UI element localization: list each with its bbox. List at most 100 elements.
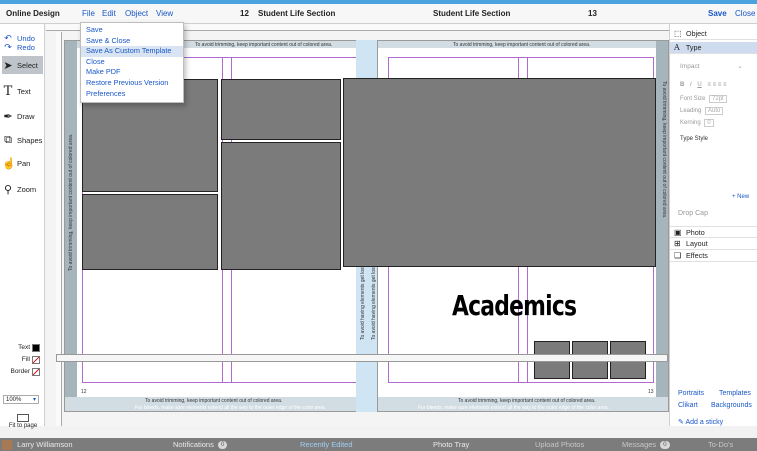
menu-item-save-as-template[interactable]: Save As Custom Template: [81, 46, 183, 57]
trim-notice-top-right: To avoid trimming, keep important conten…: [453, 42, 591, 48]
align-right-icon[interactable]: ≡: [718, 82, 722, 88]
user-menu[interactable]: Larry Williamson: [2, 438, 73, 451]
photo-placeholder[interactable]: [221, 79, 341, 140]
add-sticky-label: Add a sticky: [685, 419, 724, 426]
type-section[interactable]: A Type: [670, 42, 757, 54]
new-type-style-button[interactable]: + New: [732, 194, 749, 200]
text-color-chip[interactable]: [32, 344, 40, 352]
text-color-swatch[interactable]: Text: [2, 344, 43, 352]
text-t-icon: T: [3, 83, 13, 99]
avatar: [2, 440, 12, 451]
select-tool[interactable]: ➤ Select: [2, 56, 43, 74]
right-page-number: 13: [588, 9, 597, 18]
redo-button[interactable]: ↷ Redo: [2, 38, 43, 56]
border-color-swatch[interactable]: Border: [2, 368, 43, 376]
object-section[interactable]: ⬚ Object: [670, 28, 757, 40]
notifications-badge: 0: [217, 441, 228, 450]
trim-notice-vertical-left: To avoid trimming, keep important conten…: [68, 133, 74, 271]
select-tool-label: Select: [17, 60, 38, 70]
messages-tab[interactable]: Messages 0: [622, 438, 670, 451]
todos-tab[interactable]: To-Do's: [708, 438, 733, 451]
menu-file[interactable]: File: [82, 8, 95, 20]
portraits-link[interactable]: Portraits: [678, 390, 704, 397]
pan-tool[interactable]: ☝ Pan: [2, 154, 43, 172]
fit-to-page-button[interactable]: Fit to page: [2, 414, 44, 429]
photo-section-label: Photo: [686, 228, 705, 237]
photo-placeholder[interactable]: [221, 142, 341, 270]
text-swatch-label: Text: [18, 344, 30, 351]
leading-row: Leading Auto: [680, 107, 724, 115]
menu-item-restore-version[interactable]: Restore Previous Version: [81, 78, 183, 89]
zoom-select[interactable]: 100% ▾: [3, 395, 39, 404]
font-size-select[interactable]: 72pt: [709, 95, 727, 103]
templates-link[interactable]: Templates: [719, 390, 751, 397]
font-value: Impact: [680, 63, 700, 70]
draw-tool-label: Draw: [17, 111, 35, 121]
notifications-tab[interactable]: Notifications 0: [173, 438, 228, 451]
add-sticky-button[interactable]: ✎ Add a sticky: [678, 418, 723, 426]
save-button[interactable]: Save: [708, 8, 727, 20]
effects-section[interactable]: ❏ Effects: [670, 250, 757, 262]
object-label: Object: [686, 29, 707, 38]
messages-badge: 0: [660, 441, 670, 450]
fill-color-swatch[interactable]: Fill: [2, 356, 43, 364]
effects-section-label: Effects: [686, 251, 708, 260]
kerning-label: Kerning: [680, 120, 701, 126]
align-justify-icon[interactable]: ≡: [723, 82, 727, 88]
menu-item-save[interactable]: Save: [81, 25, 183, 36]
shapes-tool[interactable]: ⧉ Shapes: [2, 131, 43, 149]
align-left-icon[interactable]: ≡: [707, 82, 711, 88]
fill-none-chip[interactable]: [32, 356, 40, 364]
photo-section[interactable]: ▣ Photo: [670, 226, 757, 238]
font-select[interactable]: Impact ⌄: [680, 62, 743, 70]
left-page-number: 12: [240, 9, 249, 18]
photo-tray-tab[interactable]: Photo Tray: [433, 438, 469, 451]
menu-object[interactable]: Object: [125, 8, 148, 20]
layout-section[interactable]: ⊞ Layout: [670, 238, 757, 250]
underline-button[interactable]: U: [697, 82, 701, 88]
menu-edit[interactable]: Edit: [102, 8, 116, 20]
menu-item-preferences[interactable]: Preferences: [81, 89, 183, 100]
close-button[interactable]: Close: [735, 8, 755, 20]
kerning-select[interactable]: 0: [704, 119, 714, 127]
spread-photo-placeholder[interactable]: [343, 78, 656, 267]
redo-label: Redo: [17, 42, 35, 52]
upload-photos-tab[interactable]: Upload Photos: [535, 438, 584, 451]
properties-panel: ⬚ Object A Type Impact ⌄ B I U ≡ ≡ ≡ ≡ F…: [669, 24, 757, 426]
font-size-label: Font Size: [680, 96, 706, 102]
bold-button[interactable]: B: [680, 82, 684, 88]
leading-select[interactable]: Auto: [705, 107, 724, 115]
messages-label: Messages: [622, 440, 657, 449]
menu-item-close[interactable]: Close: [81, 57, 183, 68]
chevron-down-icon: ⌄: [737, 63, 743, 70]
effects-icon: ❏: [674, 251, 682, 260]
magnifier-icon: ⚲: [3, 183, 13, 196]
italic-button[interactable]: I: [690, 82, 692, 88]
right-page-section: Student Life Section: [433, 9, 511, 18]
zoom-tool[interactable]: ⚲ Zoom: [2, 180, 43, 198]
border-swatch-label: Border: [10, 368, 30, 375]
backgrounds-link[interactable]: Backgrounds: [711, 402, 752, 409]
photo-placeholder[interactable]: [82, 194, 218, 270]
recently-edited-tab[interactable]: Recently Edited: [300, 438, 353, 451]
headline-text[interactable]: Academics: [452, 289, 577, 322]
draw-tool[interactable]: ✒ Draw: [2, 107, 43, 125]
shapes-tool-label: Shapes: [17, 135, 43, 145]
bleed-notice-bottom-right: For bleeds, make sure elements extend al…: [418, 405, 609, 411]
clikart-link[interactable]: Clikart: [678, 402, 698, 409]
text-frame-strip[interactable]: [56, 354, 668, 362]
text-tool[interactable]: T Text: [2, 82, 43, 100]
sticky-note-icon: ✎: [678, 419, 684, 426]
drop-cap-option[interactable]: Drop Cap: [678, 210, 708, 217]
menu-item-save-close[interactable]: Save & Close: [81, 36, 183, 47]
menu-view[interactable]: View: [156, 8, 173, 20]
border-none-chip[interactable]: [32, 368, 40, 376]
left-page-folio: 12: [81, 389, 87, 395]
kerning-row: Kerning 0: [680, 119, 714, 127]
bottom-bar: Larry Williamson Notifications 0 Recentl…: [0, 438, 757, 451]
menu-item-make-pdf[interactable]: Make PDF: [81, 67, 183, 78]
align-center-icon[interactable]: ≡: [713, 82, 717, 88]
user-name: Larry Williamson: [17, 440, 73, 449]
redo-icon: ↷: [4, 41, 12, 52]
gutter-notice-left: To avoid having elements get lost: [360, 266, 366, 340]
